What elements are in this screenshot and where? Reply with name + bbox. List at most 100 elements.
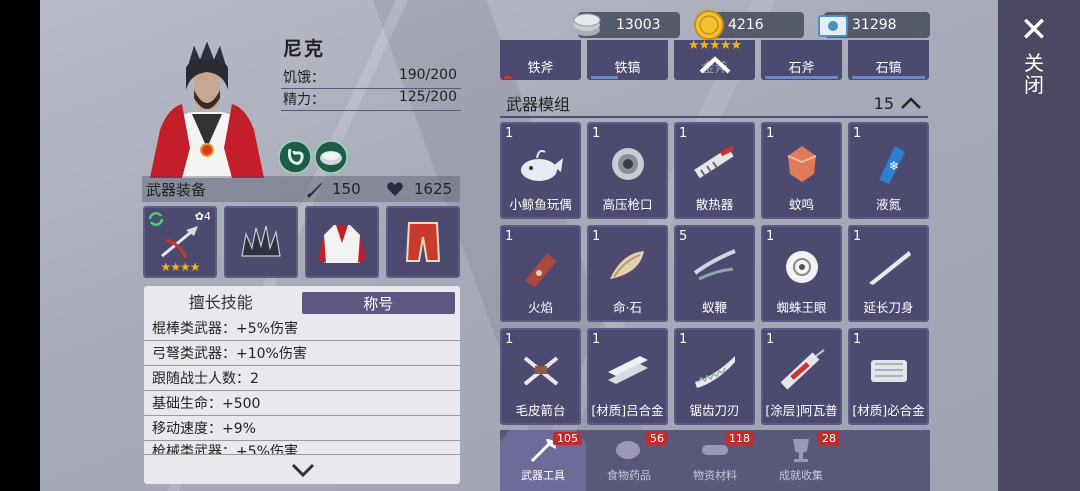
- swap-icon[interactable]: [147, 210, 165, 228]
- tool-item[interactable]: 石斧: [761, 40, 842, 80]
- gold-currency: 4216: [694, 10, 804, 40]
- attack-value: 150: [332, 180, 361, 198]
- hunger-value: 190/200: [398, 67, 457, 83]
- item-count: 1: [505, 229, 514, 244]
- heart-icon: [387, 182, 403, 196]
- blade-extension-icon: [869, 251, 911, 285]
- tab-label: 食物药品: [607, 469, 651, 482]
- shell-stone-icon: [610, 251, 644, 279]
- item-label: 小鲸鱼玩偶: [509, 197, 572, 212]
- skills-panel: 擅长技能 称号 棍棒类武器：+5%伤害 弓弩类武器：+10%伤害 跟随战士人数：…: [144, 286, 460, 484]
- ticket-icon: [818, 15, 848, 37]
- crossbow-icon: [161, 226, 198, 259]
- stomach-buff-icon[interactable]: [278, 140, 312, 174]
- item-grid: 1 小鲸鱼玩偶 1 高压枪口 1 散热器 1 蚊鸣 1 ❄ 液氮 1 火焰 1 …: [500, 122, 929, 425]
- item-cell[interactable]: 1 [材质]必合金: [848, 328, 929, 425]
- durability-bar: [504, 76, 511, 79]
- food-buff-icon[interactable]: [314, 140, 348, 174]
- weapon-slot[interactable]: ✿4 ★★★★: [143, 206, 217, 278]
- tab-achievements[interactable]: 28 成就收集: [758, 430, 844, 491]
- tab-label: 武器工具: [521, 469, 565, 482]
- character-portrait: [150, 38, 264, 178]
- whale-toy-icon: [521, 149, 563, 181]
- item-cell[interactable]: 1 毛皮箭台: [500, 328, 581, 425]
- item-count: 1: [853, 332, 862, 347]
- tab-food-medicine[interactable]: 56 食物药品: [586, 430, 672, 491]
- skill-line: 基础生命：+500: [144, 391, 460, 416]
- skill-line: 跟随战士人数：2: [144, 366, 460, 391]
- gold-value: 4216: [728, 17, 764, 33]
- tool-item[interactable]: 铁斧: [500, 40, 581, 80]
- silver-value: 13003: [616, 17, 661, 33]
- item-label: 延长刀身: [863, 300, 914, 315]
- category-tabs: 105 武器工具 56 食物药品 118 物资材料 28 成就收集: [500, 430, 930, 491]
- item-label: 蚊鸣: [788, 197, 814, 212]
- serrated-blade-icon: [695, 356, 735, 388]
- tab-label: 成就收集: [779, 469, 823, 482]
- tool-label: 铁斧: [527, 61, 554, 76]
- tool-item[interactable]: ★★★★★ 金斧: [674, 38, 755, 80]
- hunger-label: 饥饿：: [283, 70, 325, 86]
- skill-line: 枪械类武器：+5%伤害: [144, 441, 460, 455]
- equipment-title: 武器装备: [146, 180, 207, 199]
- item-cell[interactable]: 1 蜘蛛王眼: [761, 225, 842, 322]
- pants-slot[interactable]: [386, 206, 460, 278]
- sword-icon: [306, 182, 322, 198]
- item-cell[interactable]: 5 蚁鞭: [674, 225, 755, 322]
- item-label: 锯齿刀刃: [689, 403, 740, 418]
- chevron-up-icon: [699, 56, 731, 74]
- alloy-bars-icon: [608, 356, 648, 384]
- tab-skills[interactable]: 擅长技能: [144, 286, 298, 316]
- item-cell[interactable]: 1 延长刀身: [848, 225, 929, 322]
- weapon-mods-header[interactable]: 武器模组 15: [500, 90, 928, 118]
- item-count: 1: [853, 229, 862, 244]
- item-cell[interactable]: 1 小鲸鱼玩偶: [500, 122, 581, 219]
- item-count: 1: [766, 229, 775, 244]
- item-cell[interactable]: 1 火焰: [500, 225, 581, 322]
- tab-titles[interactable]: 称号: [301, 292, 455, 314]
- close-label[interactable]: 关闭: [1022, 52, 1046, 96]
- item-cell[interactable]: 1 锯齿刀刃: [674, 328, 755, 425]
- item-count: 1: [592, 332, 601, 347]
- item-label: 火焰: [527, 300, 553, 315]
- energy-value: 125/200: [398, 89, 457, 105]
- armor-slot[interactable]: [305, 206, 379, 278]
- item-cell[interactable]: 1 散热器: [674, 122, 755, 219]
- item-cell[interactable]: 1 [涂层]阿瓦普: [761, 328, 842, 425]
- tool-label: 铁镐: [614, 61, 641, 76]
- muzzle-icon: [612, 148, 644, 180]
- energy-label: 精力：: [283, 92, 325, 108]
- helmet-slot[interactable]: [224, 206, 298, 278]
- close-icon[interactable]: ✕: [1018, 13, 1050, 47]
- durability-bar: [852, 76, 925, 79]
- weapon-level-number: 4: [204, 210, 211, 223]
- item-cell[interactable]: 1 蚊鸣: [761, 122, 842, 219]
- tab-weapons-tools[interactable]: 105 武器工具: [500, 430, 586, 491]
- item-count: 1: [766, 332, 775, 347]
- character-name: 尼克: [283, 38, 326, 60]
- item-cell[interactable]: 1 ❄ 液氮: [848, 122, 929, 219]
- weapon-stars: ★★★★: [160, 260, 200, 274]
- equipment-slots: ✿4 ★★★★: [143, 206, 460, 278]
- item-count: 1: [853, 126, 862, 141]
- tool-item[interactable]: 石镐: [848, 40, 929, 80]
- item-label: 毛皮箭台: [515, 403, 566, 418]
- tab-materials[interactable]: 118 物资材料: [672, 430, 758, 491]
- item-label: 命·石: [613, 300, 642, 315]
- item-label: [材质]吕合金: [591, 403, 664, 418]
- tab-label: 物资材料: [693, 469, 737, 482]
- durability-bar: [591, 76, 618, 79]
- item-label: 蜘蛛王眼: [776, 300, 827, 315]
- spider-eye-icon: [786, 251, 818, 283]
- item-count: 1: [679, 332, 688, 347]
- chevron-down-icon[interactable]: [290, 462, 316, 478]
- tool-item[interactable]: 铁镐: [587, 40, 668, 80]
- item-cell[interactable]: 1 高压枪口: [587, 122, 668, 219]
- item-cell[interactable]: 1 [材质]吕合金: [587, 328, 668, 425]
- section-title: 武器模组: [506, 95, 571, 114]
- item-count: 1: [679, 126, 688, 141]
- chevron-up-icon[interactable]: [900, 96, 922, 110]
- item-cell[interactable]: 1 命·石: [587, 225, 668, 322]
- pants-icon: [405, 222, 441, 262]
- tool-row: 铁斧 铁镐 ★★★★★ 金斧 石斧 石镐: [500, 38, 929, 80]
